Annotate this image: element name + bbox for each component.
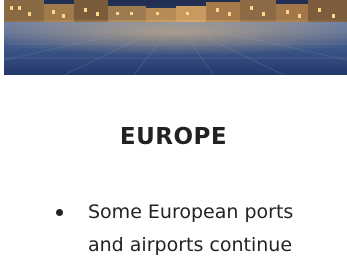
- section-title: EUROPE: [119, 124, 228, 150]
- list-item: and airports continue: [56, 229, 347, 262]
- hero-image: [4, 0, 347, 75]
- list-item: Some European ports: [56, 196, 347, 229]
- list-item-text: Some European ports: [88, 201, 294, 223]
- grand-place-photo: [4, 0, 347, 75]
- news-list: Some European ports and airports continu…: [56, 196, 347, 262]
- list-item-text: and airports continue: [88, 234, 293, 256]
- bullet-icon: [56, 209, 63, 216]
